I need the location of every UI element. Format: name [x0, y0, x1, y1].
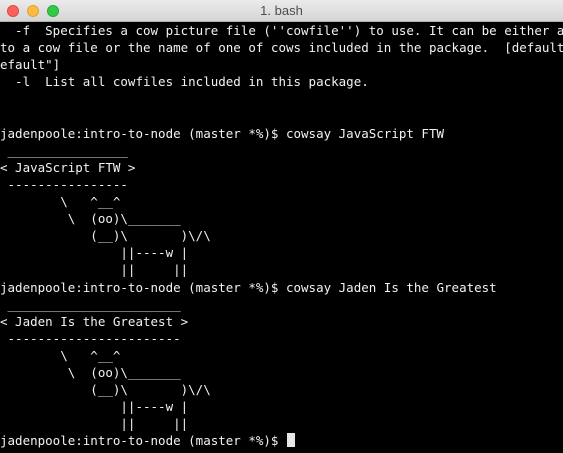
cow-art-line: (__)\ )\/\ — [0, 382, 211, 397]
window-title: 1. bash — [260, 3, 303, 18]
output-line: -l List all cowfiles included in this pa… — [0, 74, 369, 89]
cowsay-bubble-top: ________________ — [0, 143, 128, 158]
cow-art-line: || || — [0, 416, 189, 431]
command-line: jadenpoole:intro-to-node (master *%)$ co… — [0, 280, 497, 295]
command-line: jadenpoole:intro-to-node (master *%)$ co… — [0, 126, 445, 141]
cowsay-bubble-top: _______________________ — [0, 297, 181, 312]
terminal-window: 1. bash -f Specifies a cow picture file … — [0, 0, 563, 453]
output-line: to a cow file or the name of one of cows… — [0, 40, 563, 55]
title-bar[interactable]: 1. bash — [0, 0, 563, 22]
prompt-line[interactable]: jadenpoole:intro-to-node (master *%)$ — [0, 432, 295, 449]
cow-art-line: || || — [0, 262, 189, 277]
cowsay-bubble-bottom: ---------------- — [0, 177, 128, 192]
cow-art-line: \ (oo)\_______ — [0, 365, 181, 380]
output-line: -f Specifies a cow picture file (''cowfi… — [0, 23, 563, 38]
cow-art-line: \ ^__^ — [0, 348, 121, 363]
cowsay-bubble-text: < JavaScript FTW > — [0, 160, 136, 175]
text-cursor — [286, 433, 295, 447]
shell-prompt: jadenpoole:intro-to-node (master *%)$ — [0, 433, 286, 448]
cow-art-line: ||----w | — [0, 399, 189, 414]
cow-art-line: (__)\ )\/\ — [0, 228, 211, 243]
terminal-output[interactable]: -f Specifies a cow picture file (''cowfi… — [0, 22, 563, 453]
cow-art-line: \ (oo)\_______ — [0, 211, 181, 226]
cow-art-line: ||----w | — [0, 245, 189, 260]
output-line: efault"] — [0, 57, 61, 72]
cow-art-line: \ ^__^ — [0, 194, 121, 209]
cowsay-bubble-bottom: ----------------------- — [0, 331, 181, 346]
cowsay-bubble-text: < Jaden Is the Greatest > — [0, 314, 189, 329]
